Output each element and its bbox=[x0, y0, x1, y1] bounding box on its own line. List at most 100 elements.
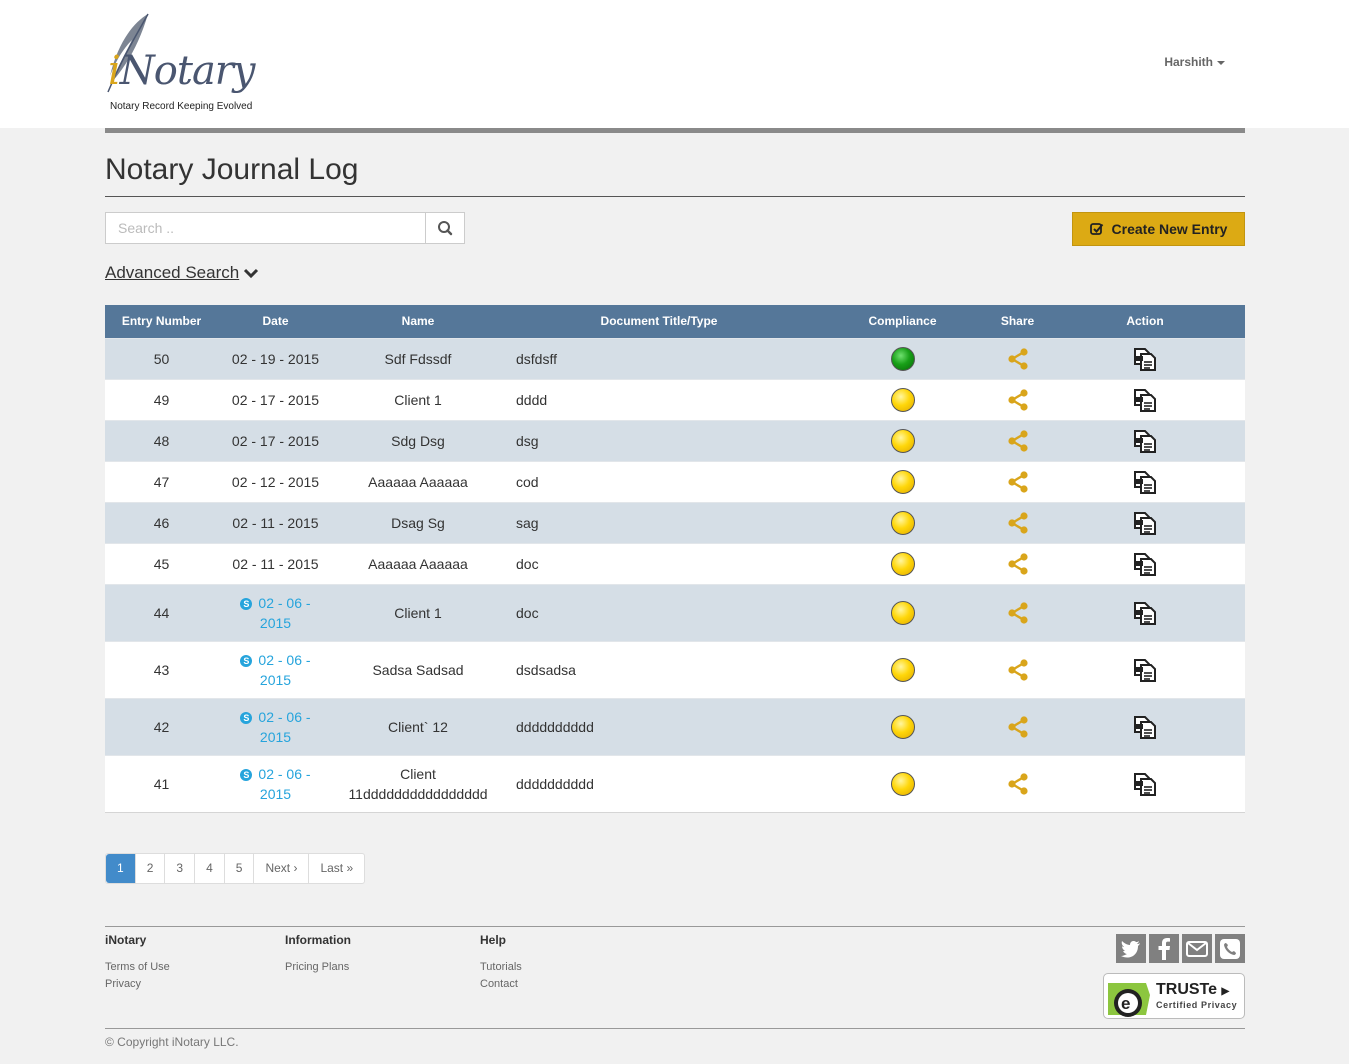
table-row[interactable]: 48 02 - 17 - 2015 Sdg Dsg dsg bbox=[105, 419, 1245, 461]
compliance-yellow-indicator bbox=[890, 551, 915, 576]
col-header-name[interactable]: Name bbox=[333, 305, 503, 338]
table-row[interactable]: 50 02 - 19 - 2015 Sdf Fdssdf dsfdsff bbox=[105, 337, 1245, 379]
cell-action bbox=[1045, 640, 1245, 698]
copy-document-icon[interactable] bbox=[1132, 428, 1158, 454]
table-row[interactable]: 46 02 - 11 - 2015 Dsag Sg sag bbox=[105, 501, 1245, 543]
col-header-compliance[interactable]: Compliance bbox=[815, 305, 990, 338]
compliance-yellow-indicator bbox=[890, 387, 915, 412]
page-link-5[interactable]: 5 bbox=[223, 854, 254, 883]
truste-badge[interactable]: e TRUSTe ▶ Certified Privacy bbox=[1103, 973, 1245, 1019]
cell-date: 02 - 12 - 2015 bbox=[218, 460, 333, 502]
pricing-link[interactable]: Pricing Plans bbox=[285, 961, 351, 973]
cell-share bbox=[990, 501, 1045, 543]
skype-date[interactable]: S 02 - 06 - 2015 bbox=[240, 593, 311, 633]
next-page-link[interactable]: Next › bbox=[253, 854, 308, 883]
logo-tagline: Notary Record Keeping Evolved bbox=[110, 101, 253, 112]
cell-name: Client` 12 bbox=[333, 697, 503, 755]
cell-doc: dsg bbox=[503, 419, 815, 461]
col-header-entry[interactable]: Entry Number bbox=[105, 305, 218, 338]
name-text: Sdf Fdssdf bbox=[384, 350, 452, 367]
page-link-2[interactable]: 2 bbox=[134, 854, 165, 883]
name-text: Client` 12 bbox=[388, 718, 448, 735]
cell-share bbox=[990, 754, 1045, 813]
last-page-link[interactable]: Last » bbox=[308, 854, 364, 883]
footer-col-inotary: iNotary Terms of Use Privacy bbox=[105, 933, 170, 995]
footer-divider-bottom bbox=[105, 1028, 1245, 1029]
copy-document-icon[interactable] bbox=[1132, 469, 1158, 495]
phone-icon[interactable] bbox=[1215, 934, 1245, 963]
search-input[interactable] bbox=[106, 213, 426, 243]
copy-document-icon[interactable] bbox=[1132, 346, 1158, 372]
cell-doc: sag bbox=[503, 501, 815, 543]
table-row[interactable]: 41 S 02 - 06 - 2015 Client 11dddddddddddddddd… bbox=[105, 754, 1245, 813]
cell-date: 02 - 11 - 2015 bbox=[218, 501, 333, 543]
name-text: Aaaaaa Aaaaaa bbox=[368, 473, 468, 490]
date-line1: 02 - 06 - bbox=[258, 651, 311, 668]
share-icon[interactable] bbox=[1006, 715, 1030, 739]
copy-document-icon[interactable] bbox=[1132, 551, 1158, 577]
page-link-3[interactable]: 3 bbox=[164, 854, 194, 883]
share-icon[interactable] bbox=[1006, 347, 1030, 371]
date-text: 02 - 17 - 2015 bbox=[231, 391, 320, 408]
date-text: 02 - 12 - 2015 bbox=[231, 473, 320, 490]
share-icon[interactable] bbox=[1006, 511, 1030, 535]
cell-entry: 42 bbox=[105, 697, 218, 755]
advanced-search-toggle[interactable]: Advanced Search bbox=[105, 263, 259, 283]
search-button[interactable] bbox=[425, 213, 464, 243]
share-icon[interactable] bbox=[1006, 658, 1030, 682]
col-header-action[interactable]: Action bbox=[1045, 305, 1245, 338]
table-header-row: Entry Number Date Name Document Title/Ty… bbox=[105, 305, 1245, 338]
advanced-search-label: Advanced Search bbox=[105, 263, 240, 282]
copy-document-icon[interactable] bbox=[1132, 387, 1158, 413]
skype-date[interactable]: S 02 - 06 - 2015 bbox=[240, 707, 311, 747]
share-icon[interactable] bbox=[1006, 772, 1030, 796]
logo-wordmark: iNotary bbox=[108, 48, 256, 94]
table-row[interactable]: 45 02 - 11 - 2015 Aaaaaa Aaaaaa doc bbox=[105, 542, 1245, 584]
footer-col-information: Information Pricing Plans bbox=[285, 933, 351, 978]
share-icon[interactable] bbox=[1006, 388, 1030, 412]
skype-date[interactable]: S 02 - 06 - 2015 bbox=[240, 764, 311, 804]
date-line1: 02 - 06 - bbox=[258, 708, 311, 725]
copy-document-icon[interactable] bbox=[1132, 714, 1158, 740]
share-icon[interactable] bbox=[1006, 601, 1030, 625]
copy-document-icon[interactable] bbox=[1132, 771, 1158, 797]
share-icon[interactable] bbox=[1006, 429, 1030, 453]
share-icon[interactable] bbox=[1006, 552, 1030, 576]
copy-document-icon[interactable] bbox=[1132, 510, 1158, 536]
table-row[interactable]: 43 S 02 - 06 - 2015 Sadsa Sadsad dsdsadsa bbox=[105, 640, 1245, 698]
user-menu[interactable]: Harshith bbox=[1164, 55, 1225, 69]
copyright-text: © Copyright iNotary LLC. bbox=[105, 1035, 239, 1049]
create-new-entry-button[interactable]: Create New Entry bbox=[1072, 212, 1245, 246]
email-icon[interactable] bbox=[1182, 934, 1212, 963]
col-header-date[interactable]: Date bbox=[218, 305, 333, 338]
col-header-doc[interactable]: Document Title/Type bbox=[503, 305, 815, 338]
inotary-logo[interactable]: iNotary Notary Record Keeping Evolved bbox=[104, 12, 284, 116]
terms-link[interactable]: Terms of Use bbox=[105, 961, 170, 973]
twitter-icon[interactable] bbox=[1116, 934, 1146, 963]
table-row[interactable]: 47 02 - 12 - 2015 Aaaaaa Aaaaaa cod bbox=[105, 460, 1245, 502]
facebook-icon[interactable] bbox=[1149, 934, 1179, 963]
search-group bbox=[105, 212, 465, 244]
cell-doc: dsdsadsa bbox=[503, 640, 815, 698]
share-icon[interactable] bbox=[1006, 470, 1030, 494]
table-row[interactable]: 49 02 - 17 - 2015 Client 1 dddd bbox=[105, 378, 1245, 420]
footer-col-help: Help Tutorials Contact bbox=[480, 933, 522, 995]
cell-doc: doc bbox=[503, 542, 815, 584]
cell-name: Sdg Dsg bbox=[333, 419, 503, 461]
table-row[interactable]: 44 S 02 - 06 - 2015 Client 1 doc bbox=[105, 583, 1245, 641]
copy-document-icon[interactable] bbox=[1132, 657, 1158, 683]
cell-entry: 48 bbox=[105, 419, 218, 461]
date-text: 02 - 17 - 2015 bbox=[231, 432, 320, 449]
table-row[interactable]: 42 S 02 - 06 - 2015 Client` 12 dddddddddd bbox=[105, 697, 1245, 755]
skype-date[interactable]: S 02 - 06 - 2015 bbox=[240, 650, 311, 690]
contact-link[interactable]: Contact bbox=[480, 978, 522, 990]
copy-document-icon[interactable] bbox=[1132, 600, 1158, 626]
cell-compliance bbox=[815, 542, 990, 584]
privacy-link[interactable]: Privacy bbox=[105, 978, 170, 990]
tutorials-link[interactable]: Tutorials bbox=[480, 961, 522, 973]
cell-entry: 45 bbox=[105, 542, 218, 584]
compliance-yellow-indicator bbox=[890, 469, 915, 494]
page-link-1[interactable]: 1 bbox=[106, 854, 135, 883]
page-link-4[interactable]: 4 bbox=[194, 854, 224, 883]
col-header-share[interactable]: Share bbox=[990, 305, 1045, 338]
